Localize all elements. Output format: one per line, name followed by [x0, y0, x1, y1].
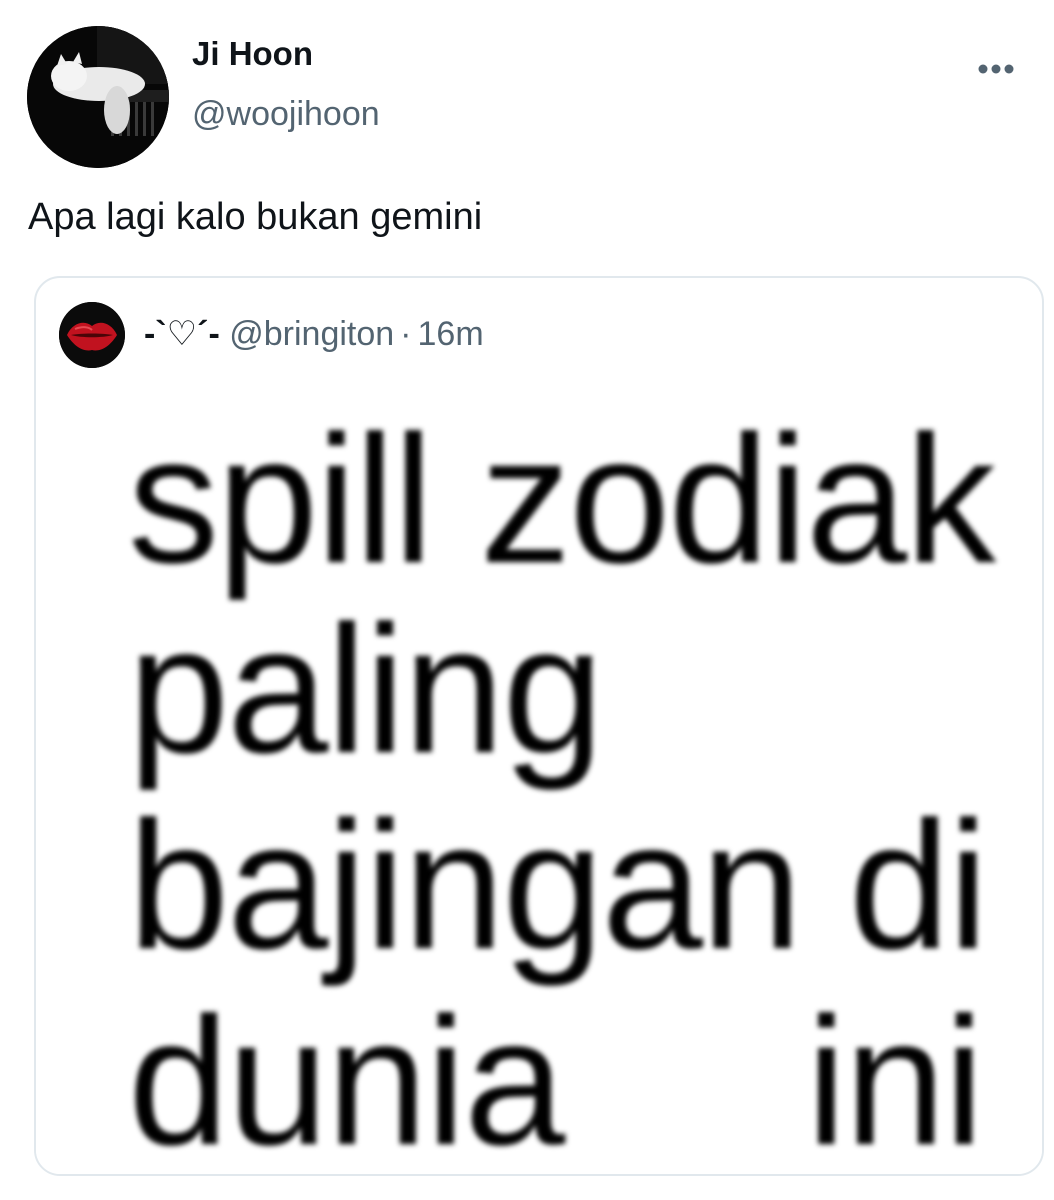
author-avatar[interactable] — [27, 26, 169, 168]
quoted-image[interactable]: spill zodiak paling bajingan di dunia in… — [36, 397, 1042, 1176]
quoted-handle[interactable]: @bringiton — [229, 315, 394, 353]
red-lips-avatar-icon — [59, 302, 125, 368]
image-text-line: dunia ini — [128, 979, 984, 1176]
quoted-tweet-card[interactable]: -`♡´- @bringiton · 16m spill zodiak paling… — [34, 276, 1044, 1176]
image-text-line: bajingan di — [128, 783, 988, 987]
separator-dot: · — [400, 315, 412, 353]
image-text-line: spill zodiak — [128, 397, 996, 601]
quoted-author-avatar[interactable] — [59, 302, 125, 368]
author-handle[interactable]: @woojihoon — [192, 92, 380, 136]
author-display-name[interactable]: Ji Hoon — [192, 32, 313, 76]
quoted-timestamp[interactable]: 16m — [418, 315, 484, 353]
quoted-tweet-header: -`♡´- @bringiton · 16m — [144, 312, 484, 356]
image-text-line: paling — [128, 587, 604, 791]
more-dots-icon — [978, 64, 1014, 74]
white-cat-on-piano-avatar-icon — [27, 26, 169, 168]
more-options-button[interactable] — [970, 52, 1020, 86]
quoted-display-name[interactable]: -`♡´- — [144, 315, 220, 353]
tweet-text: Apa lagi kalo bukan gemini — [28, 196, 483, 238]
